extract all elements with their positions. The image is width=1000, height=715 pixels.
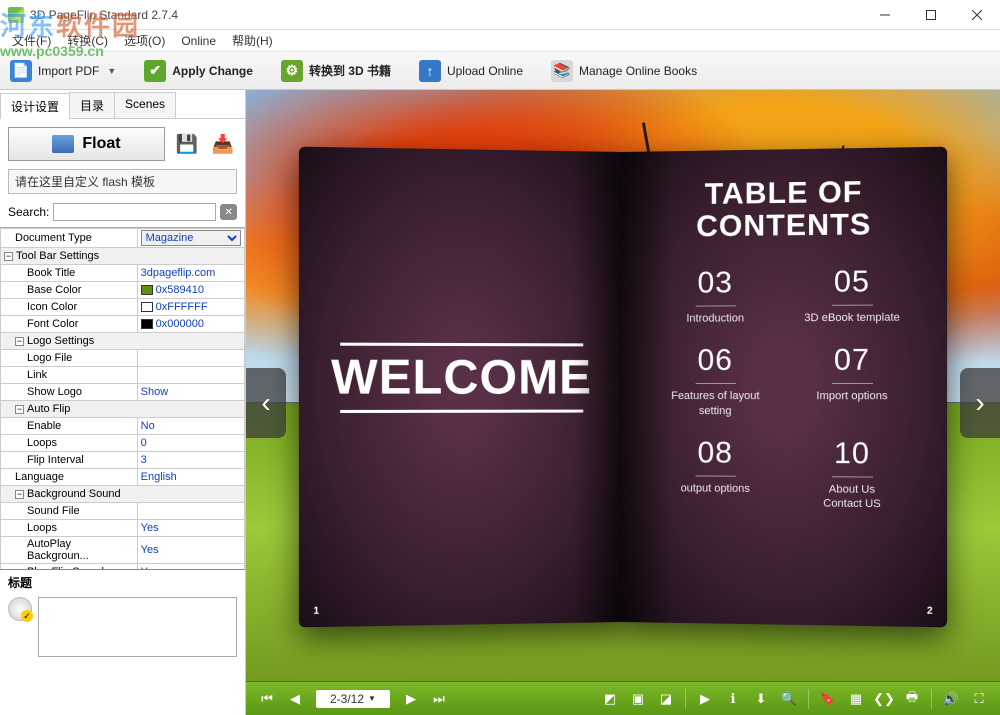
fullscreen-icon[interactable]: ⛶ <box>968 688 990 710</box>
welcome-text: WELCOME <box>299 349 623 405</box>
download-icon[interactable]: ⬇ <box>750 688 772 710</box>
upload-online-button[interactable]: ↑ Upload Online <box>419 60 523 82</box>
preview-area: ‹ › WELCOME 1 TABLE OF CONTENTS 03Introd… <box>246 90 1000 715</box>
app-icon <box>8 7 24 23</box>
window-title: 3D PageFlip Standard 2.7.4 <box>30 8 178 22</box>
prev-page-icon[interactable]: ◀ <box>284 688 306 710</box>
book-preview[interactable]: WELCOME 1 TABLE OF CONTENTS 03Introducti… <box>303 152 943 622</box>
property-grid[interactable]: Document TypeMagazine −Tool Bar Settings… <box>0 227 245 569</box>
doc-type-select[interactable]: Magazine <box>141 230 241 246</box>
zoom-icon[interactable]: 🔍 <box>778 688 800 710</box>
apply-icon: ✔ <box>144 60 166 82</box>
toc-item: 06Features of layout setting <box>653 344 778 418</box>
upload-icon: ↑ <box>419 60 441 82</box>
thumbnails-icon[interactable]: ▦ <box>845 688 867 710</box>
menu-convert[interactable]: 转换(C) <box>61 30 114 51</box>
next-page-arrow[interactable]: › <box>960 368 1000 438</box>
tab-scenes[interactable]: Scenes <box>114 92 176 118</box>
sound-icon[interactable]: 🔊 <box>940 688 962 710</box>
player-bar: ⏮ ◀ 2-3/12▼ ▶ ⏭ ◩ ▣ ◪ ▶ ℹ ⬇ 🔍 🔖 ▦ ❮❯ 🖶 🔊… <box>246 681 1000 715</box>
share-icon[interactable]: ❮❯ <box>873 688 895 710</box>
manage-books-button[interactable]: 📚 Manage Online Books <box>551 60 697 82</box>
last-page-icon[interactable]: ⏭ <box>428 688 450 710</box>
minimize-button[interactable] <box>862 0 908 30</box>
manage-icon: 📚 <box>551 60 573 82</box>
menu-online[interactable]: Online <box>175 32 222 50</box>
clear-search-icon[interactable]: ✕ <box>220 204 237 220</box>
bookmark-icon[interactable]: 🔖 <box>817 688 839 710</box>
toc-item: 053D eBook template <box>788 265 916 326</box>
titlebar: 3D PageFlip Standard 2.7.4 <box>0 0 1000 30</box>
tab-toc[interactable]: 目录 <box>69 92 115 118</box>
gear-icon: ⚙ <box>281 60 303 82</box>
menu-bar: 文件(F) 转换(C) 选项(O) Online 帮助(H) <box>0 30 1000 52</box>
tab-design[interactable]: 设计设置 <box>0 93 70 119</box>
page-indicator[interactable]: 2-3/12▼ <box>316 690 390 708</box>
toc-item: 10About Us Contact US <box>788 436 916 512</box>
desc-title: 标题 <box>8 574 237 591</box>
side-panel: 设计设置 目录 Scenes Float 💾 📥 请在这里自定义 flash 模… <box>0 90 246 715</box>
toc-item: 03Introduction <box>653 266 778 326</box>
tilt-right-icon[interactable]: ◪ <box>655 688 677 710</box>
import-template-button[interactable]: 📥 <box>209 130 237 158</box>
prev-page-arrow[interactable]: ‹ <box>246 368 286 438</box>
main-toolbar: 📄 Import PDF▼ ✔ Apply Change ⚙ 转换到 3D 书籍… <box>0 52 1000 90</box>
search-input[interactable] <box>53 203 216 221</box>
print-icon[interactable]: 🖶 <box>901 688 923 710</box>
toc-item: 08output options <box>653 436 778 511</box>
toc-item: 07Import options <box>788 343 916 418</box>
reset-view-icon[interactable]: ▣ <box>627 688 649 710</box>
menu-options[interactable]: 选项(O) <box>118 30 171 51</box>
menu-help[interactable]: 帮助(H) <box>226 30 279 51</box>
apply-change-button[interactable]: ✔ Apply Change <box>144 60 253 82</box>
book-icon <box>52 135 74 153</box>
db-icon <box>8 597 32 621</box>
desc-textarea[interactable] <box>38 597 237 657</box>
next-page-icon[interactable]: ▶ <box>400 688 422 710</box>
import-icon: 📄 <box>10 60 32 82</box>
side-tabs: 设计设置 目录 Scenes <box>0 90 245 119</box>
save-template-button[interactable]: 💾 <box>173 130 201 158</box>
autoplay-icon[interactable]: ▶ <box>694 688 716 710</box>
import-pdf-button[interactable]: 📄 Import PDF▼ <box>10 60 116 82</box>
search-label: Search: <box>8 205 49 219</box>
tilt-left-icon[interactable]: ◩ <box>599 688 621 710</box>
toc-heading: TABLE OF CONTENTS <box>623 175 947 243</box>
maximize-button[interactable] <box>908 0 954 30</box>
info-icon[interactable]: ℹ <box>722 688 744 710</box>
close-button[interactable] <box>954 0 1000 30</box>
first-page-icon[interactable]: ⏮ <box>256 688 278 710</box>
float-template-button[interactable]: Float <box>8 127 165 161</box>
menu-file[interactable]: 文件(F) <box>6 30 57 51</box>
template-hint: 请在这里自定义 flash 模板 <box>8 169 237 194</box>
convert-3d-button[interactable]: ⚙ 转换到 3D 书籍 <box>281 60 391 82</box>
collapse-icon[interactable]: − <box>4 252 13 261</box>
